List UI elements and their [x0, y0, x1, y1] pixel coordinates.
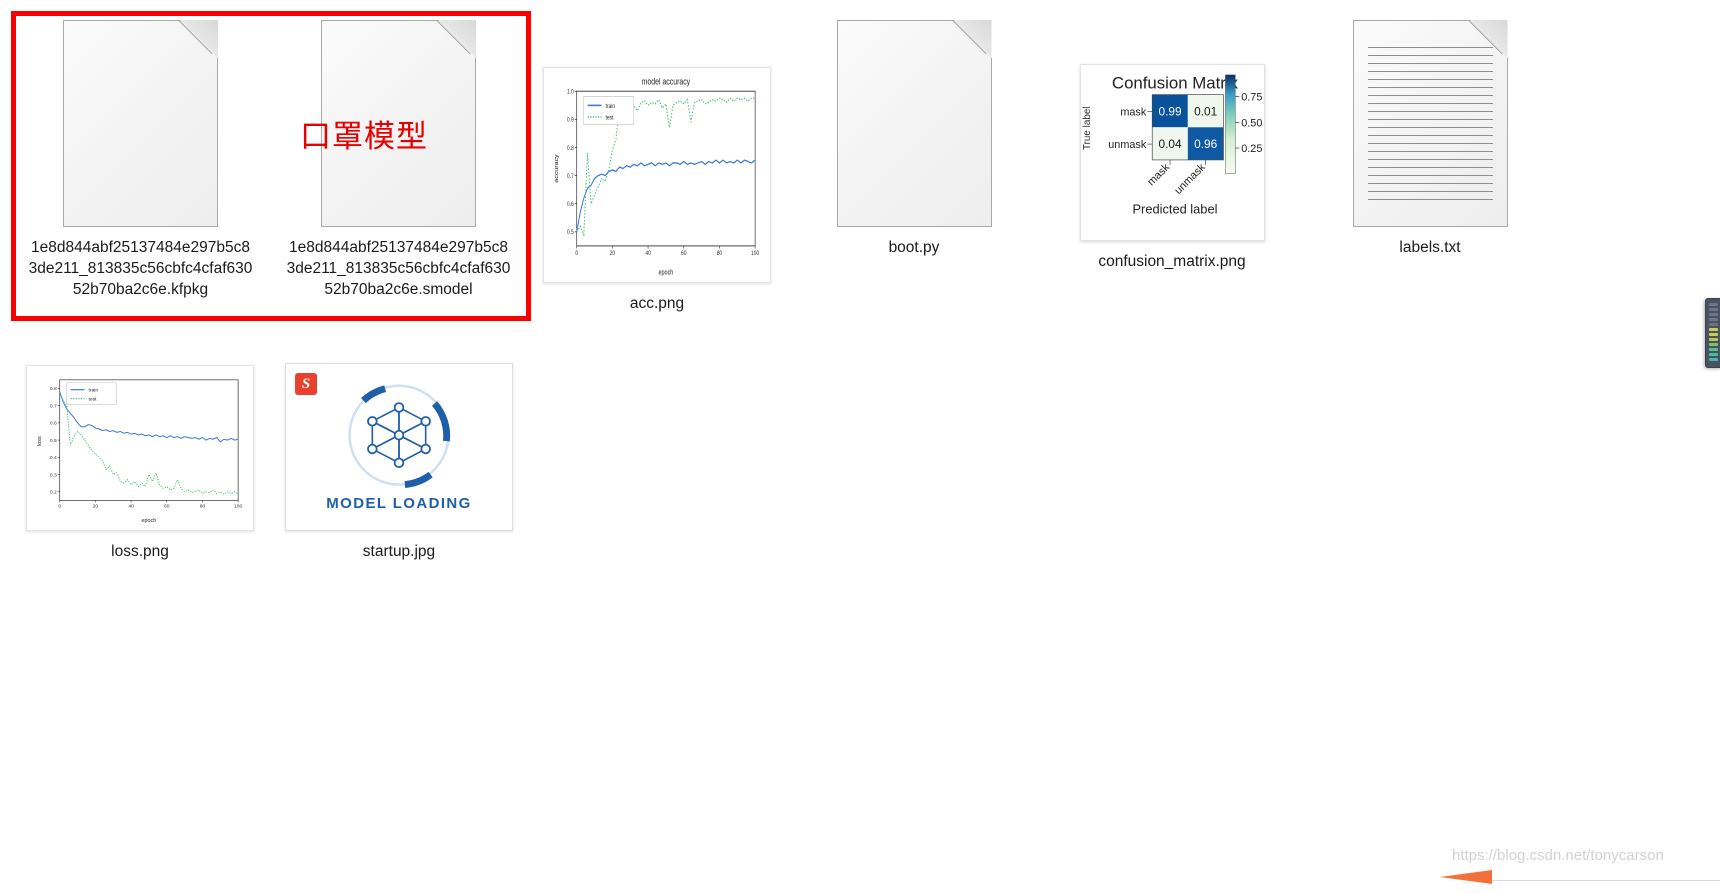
svg-text:0.6: 0.6	[50, 421, 57, 427]
svg-text:0.9: 0.9	[567, 117, 574, 124]
svg-text:mask: mask	[1120, 106, 1147, 118]
file-label: startup.jpg	[362, 543, 436, 560]
watermark-text: https://blog.csdn.net/tonycarson	[1452, 847, 1664, 864]
svg-text:Confusion Matrix: Confusion Matrix	[1111, 74, 1238, 93]
svg-text:0.50: 0.50	[1241, 117, 1262, 129]
acc-chart-thumbnail[interactable]: model accuracy 0.5 0.6 0.7 0.8 0.9 1.0 0 20 40 6…	[543, 67, 771, 283]
watermark-arrow-icon	[1440, 870, 1492, 884]
svg-text:0.01: 0.01	[1194, 104, 1217, 118]
svg-text:80: 80	[200, 503, 206, 509]
svg-text:0.4: 0.4	[50, 455, 57, 461]
svg-text:100: 100	[751, 250, 759, 257]
file-item-labels-txt[interactable]: labels.txt	[1340, 20, 1520, 258]
svg-text:0.3: 0.3	[50, 472, 57, 478]
svg-text:mask: mask	[1145, 161, 1172, 188]
text-document-icon[interactable]	[1352, 20, 1508, 227]
file-label: labels.txt	[1399, 239, 1461, 256]
file-item-loss-png[interactable]: 0.2 0.3 0.4 0.5 0.6 0.7 0.8 0 20 40 60 80 100 epoch…	[26, 365, 254, 562]
svg-text:20: 20	[610, 250, 616, 257]
svg-text:0.99: 0.99	[1158, 104, 1181, 118]
svg-text:40: 40	[128, 503, 134, 509]
model-loading-caption: MODEL LOADING	[326, 495, 472, 512]
loss-chart-thumbnail[interactable]: 0.2 0.3 0.4 0.5 0.6 0.7 0.8 0 20 40 60 80 100 epoch…	[26, 365, 254, 531]
svg-text:test: test	[605, 115, 613, 122]
svg-text:100: 100	[234, 503, 243, 509]
file-item-acc-png[interactable]: model accuracy 0.5 0.6 0.7 0.8 0.9 1.0 0 20 40 6…	[543, 20, 771, 314]
svg-text:1.0: 1.0	[567, 89, 574, 96]
svg-text:0.04: 0.04	[1158, 137, 1181, 151]
confusion-matrix-thumbnail[interactable]: Confusion Matrix 0.99 0.01 0.04 0.96 mas…	[1079, 64, 1265, 241]
confusion-matrix-svg: Confusion Matrix 0.99 0.01 0.04 0.96 mas…	[1081, 74, 1262, 217]
svg-text:0.6: 0.6	[567, 202, 574, 209]
svg-text:0: 0	[575, 250, 578, 257]
svg-text:model accuracy: model accuracy	[642, 77, 690, 87]
acc-chart-svg: model accuracy 0.5 0.6 0.7 0.8 0.9 1.0 0 20 40 6…	[554, 77, 760, 277]
file-label: loss.png	[111, 543, 169, 560]
svg-text:80: 80	[717, 250, 723, 257]
annotation-rectangle	[11, 11, 531, 321]
annotation-text: 口罩模型	[300, 119, 428, 155]
svg-text:0: 0	[58, 503, 61, 509]
file-label: acc.png	[629, 295, 685, 312]
svg-text:0.7: 0.7	[50, 403, 57, 409]
file-label: confusion_matrix.png	[1098, 253, 1246, 270]
file-item-startup-jpg[interactable]: S MODEL LOADING startup.jpg	[285, 363, 513, 562]
svg-text:unmask: unmask	[1172, 161, 1208, 197]
svg-text:0.2: 0.2	[50, 490, 57, 496]
svg-text:0.8: 0.8	[567, 145, 574, 152]
svg-text:loss: loss	[37, 436, 43, 446]
startup-image-thumbnail[interactable]: S MODEL LOADING	[285, 363, 513, 531]
svg-text:train: train	[88, 388, 98, 394]
file-item-confusion-matrix-png[interactable]: Confusion Matrix 0.99 0.01 0.04 0.96 mas…	[1062, 20, 1282, 272]
loss-chart-svg: 0.2 0.3 0.4 0.5 0.6 0.7 0.8 0 20 40 60 80 100 epoch…	[37, 379, 243, 524]
blank-document-icon[interactable]	[836, 20, 992, 227]
text-lines-glyph	[1367, 47, 1493, 204]
svg-text:epoch: epoch	[659, 269, 674, 277]
svg-text:20: 20	[93, 503, 99, 509]
svg-text:60: 60	[164, 503, 170, 509]
file-label: boot.py	[888, 239, 940, 256]
svg-text:0.8: 0.8	[50, 386, 57, 392]
svg-text:epoch: epoch	[141, 518, 156, 524]
svg-text:0.75: 0.75	[1241, 92, 1262, 104]
svg-text:True label: True label	[1081, 107, 1092, 151]
svg-text:test: test	[88, 397, 97, 403]
svg-text:0.5: 0.5	[50, 438, 57, 444]
svg-text:0.5: 0.5	[567, 230, 574, 237]
file-item-boot-py[interactable]: boot.py	[808, 20, 1020, 258]
svg-text:accuracy: accuracy	[554, 153, 560, 182]
svg-text:train: train	[605, 103, 615, 110]
svg-text:Predicted label: Predicted label	[1132, 201, 1217, 216]
svg-text:60: 60	[681, 250, 687, 257]
svg-text:unmask: unmask	[1108, 139, 1147, 151]
watermark-rule	[1490, 880, 1720, 881]
level-meter-widget[interactable]	[1705, 298, 1720, 368]
svg-text:0.96: 0.96	[1194, 137, 1217, 151]
svg-text:0.25: 0.25	[1241, 143, 1262, 155]
svg-text:40: 40	[645, 250, 651, 257]
svg-text:0.7: 0.7	[567, 173, 574, 180]
